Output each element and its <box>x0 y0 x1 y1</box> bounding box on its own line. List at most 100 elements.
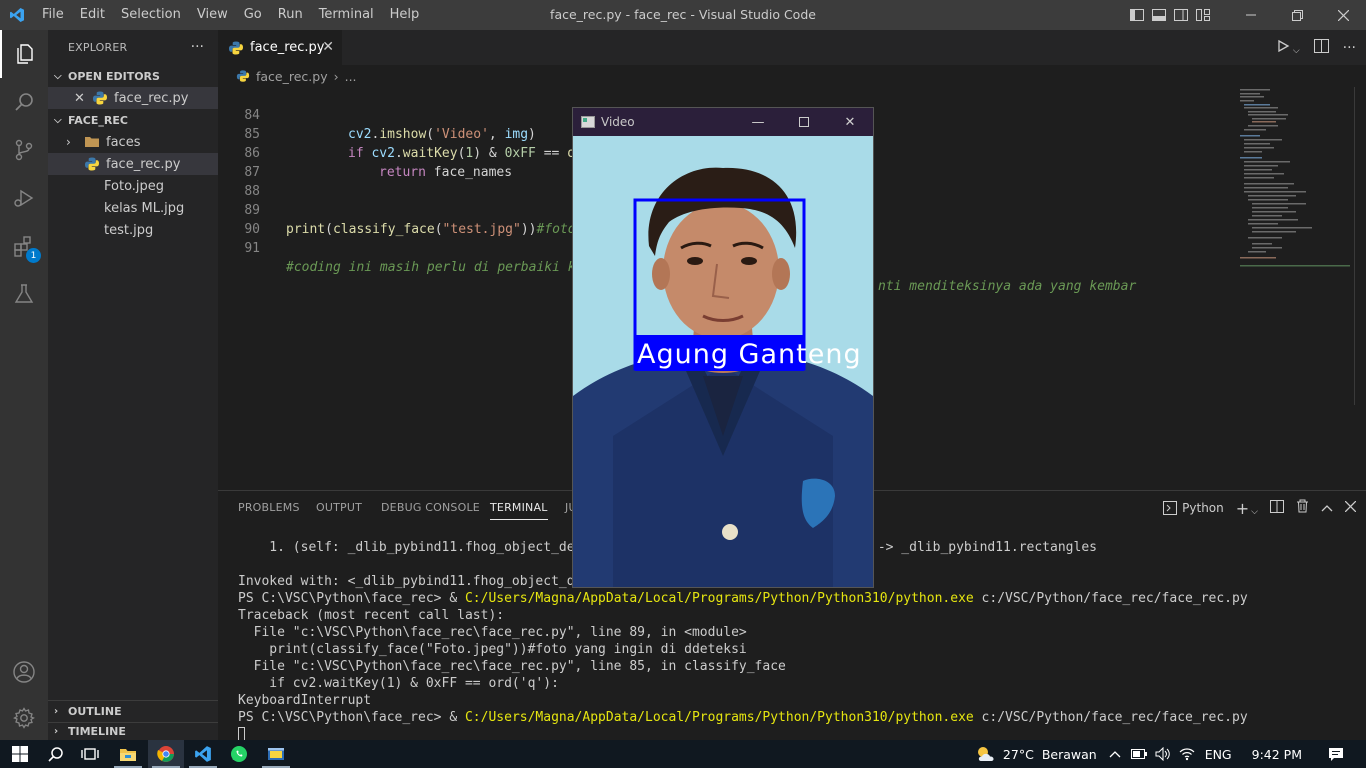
open-editor-name: face_rec.py <box>114 90 189 106</box>
close-panel-icon[interactable] <box>1344 500 1357 516</box>
extensions-icon[interactable]: 1 <box>0 222 48 270</box>
video-title-bar[interactable]: Video — ✕ <box>573 108 873 136</box>
code-token: return <box>379 165 426 180</box>
search-icon[interactable] <box>38 740 74 768</box>
tree-item-foto[interactable]: Foto.jpeg <box>48 175 218 197</box>
timeline-section[interactable]: › TIMELINE <box>48 722 218 740</box>
tab-debug-console[interactable]: DEBUG CONSOLE <box>381 491 480 525</box>
video-window[interactable]: Video — ✕ Agung Ganteng <box>572 107 874 588</box>
code-token: 0xFF <box>504 146 536 161</box>
tree-item-label: test.jpg <box>104 222 154 238</box>
volume-icon[interactable] <box>1155 747 1171 761</box>
battery-icon[interactable] <box>1130 749 1147 759</box>
breadcrumb-separator: › <box>333 68 339 84</box>
run-file-icon[interactable]: ⌵ <box>1276 39 1300 57</box>
split-terminal-icon[interactable] <box>1270 499 1284 517</box>
terminal-cursor <box>238 727 245 741</box>
menu-run[interactable]: Run <box>270 0 311 30</box>
source-control-icon[interactable] <box>0 126 48 174</box>
notification-icon[interactable] <box>1328 747 1344 762</box>
tree-item-test[interactable]: test.jpg <box>48 219 218 241</box>
tab-terminal[interactable]: TERMINAL <box>490 491 548 520</box>
search-icon[interactable] <box>0 78 48 126</box>
menu-terminal[interactable]: Terminal <box>311 0 382 30</box>
code-line: 91 #coding ini masih perlu di perbaiki k… <box>218 220 1136 294</box>
tab-problems[interactable]: PROBLEMS <box>238 491 300 525</box>
minimize-button[interactable] <box>1228 0 1274 30</box>
account-icon[interactable] <box>0 648 48 696</box>
tree-item-faces[interactable]: › faces <box>48 131 218 153</box>
testing-icon[interactable] <box>0 270 48 318</box>
shell-label: Python <box>1182 501 1224 515</box>
outline-section[interactable]: › OUTLINE <box>48 700 218 722</box>
close-window-button[interactable] <box>1320 0 1366 30</box>
terminal-line: if cv2.waitKey(1) & 0xFF == ord('q'): <box>238 676 559 691</box>
menu-file[interactable]: File <box>34 0 72 30</box>
wifi-icon[interactable] <box>1179 747 1195 761</box>
terminal-line: Traceback (most recent call last): <box>238 608 505 623</box>
tree-item-label: Foto.jpeg <box>104 178 165 194</box>
split-editor-icon[interactable] <box>1313 38 1329 57</box>
clock[interactable]: 9:42 PM <box>1252 747 1302 762</box>
minimap[interactable] <box>1238 87 1352 272</box>
editor-tabs: face_rec.py ✕ ⌵ ··· <box>218 30 1366 65</box>
task-view-icon[interactable] <box>72 740 108 768</box>
weather-text[interactable]: Berawan <box>1042 747 1097 762</box>
chrome-icon[interactable] <box>148 740 184 768</box>
menu-go[interactable]: Go <box>236 0 270 30</box>
restore-button[interactable] <box>1274 0 1320 30</box>
video-minimize-button[interactable]: — <box>735 108 781 136</box>
close-tab-icon[interactable]: ✕ <box>322 39 334 55</box>
tree-item-face-rec[interactable]: face_rec.py <box>48 153 218 175</box>
language-indicator[interactable]: ENG <box>1205 747 1232 762</box>
vscode-icon[interactable] <box>185 740 221 768</box>
code-line: 85 if cv2.waitKey(1) & 0xFF == o <box>218 106 575 161</box>
tab-output[interactable]: OUTPUT <box>316 491 362 525</box>
customize-layout-icon[interactable] <box>1192 0 1214 30</box>
line-number: 91 <box>244 241 260 256</box>
open-editor-item[interactable]: ✕ face_rec.py <box>48 87 218 109</box>
open-editors-label: OPEN EDITORS <box>68 69 160 83</box>
weather-icon[interactable] <box>975 745 997 763</box>
whatsapp-icon[interactable] <box>221 740 257 768</box>
terminal-line: File "c:\VSC\Python\face_rec\face_rec.py… <box>238 625 747 640</box>
folder-section[interactable]: ⌵ FACE_REC <box>48 109 218 131</box>
menu-selection[interactable]: Selection <box>113 0 189 30</box>
more-actions-icon[interactable]: ··· <box>191 39 204 55</box>
menu-view[interactable]: View <box>189 0 236 30</box>
settings-gear-icon[interactable] <box>0 694 48 742</box>
maximize-panel-icon[interactable] <box>1321 501 1333 516</box>
code-token: print <box>286 222 326 237</box>
tree-item-kelas-ml[interactable]: kelas ML.jpg <box>48 197 218 219</box>
start-icon[interactable] <box>2 740 38 768</box>
run-debug-icon[interactable] <box>0 174 48 222</box>
more-actions-icon[interactable]: ··· <box>1343 40 1356 56</box>
folder-icon <box>84 134 100 150</box>
python-app-icon[interactable] <box>258 740 294 768</box>
kill-terminal-icon[interactable] <box>1296 499 1309 517</box>
new-terminal-icon[interactable]: + ⌵ <box>1236 499 1258 518</box>
code-token: imshow <box>379 127 427 142</box>
menu-help[interactable]: Help <box>382 0 428 30</box>
terminal-line: 1. (self: _dlib_pybind11.fhog_object_det… <box>238 540 614 555</box>
video-maximize-button[interactable] <box>781 108 827 136</box>
terminal-shell-selector[interactable]: Python <box>1163 501 1224 515</box>
show-hidden-icons-icon[interactable] <box>1109 750 1121 758</box>
terminal-line: KeyboardInterrupt <box>238 693 372 708</box>
toggle-sidebar-icon[interactable] <box>1126 0 1148 30</box>
explorer-icon[interactable] <box>0 30 48 78</box>
close-editor-icon[interactable]: ✕ <box>74 91 92 106</box>
menu-edit[interactable]: Edit <box>72 0 113 30</box>
file-explorer-icon[interactable] <box>110 740 146 768</box>
video-close-button[interactable]: ✕ <box>827 108 873 136</box>
breadcrumb-file[interactable]: face_rec.py <box>256 69 328 84</box>
code-line: 87 <box>218 144 260 180</box>
weather-temp[interactable]: 27°C <box>1003 747 1034 762</box>
code-token: waitKey <box>402 146 458 161</box>
toggle-panel-icon[interactable] <box>1148 0 1170 30</box>
breadcrumb-more[interactable]: ... <box>345 69 357 84</box>
tab-face-rec[interactable]: face_rec.py ✕ <box>218 30 342 65</box>
toggle-secondary-sidebar-icon[interactable] <box>1170 0 1192 30</box>
scrollbar-track[interactable] <box>1354 87 1355 405</box>
open-editors-section[interactable]: ⌵ OPEN EDITORS <box>48 65 218 87</box>
